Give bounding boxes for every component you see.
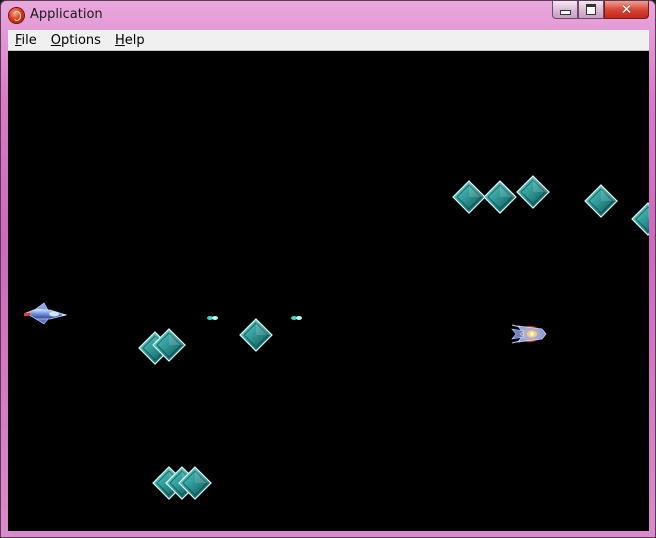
plasma-shot bbox=[207, 316, 218, 320]
diamond-gem bbox=[584, 184, 618, 218]
menu-file[interactable]: File bbox=[8, 33, 44, 48]
plasma-shot bbox=[291, 316, 302, 320]
menu-options[interactable]: Options bbox=[44, 33, 108, 48]
minimize-button[interactable] bbox=[552, 1, 578, 19]
game-canvas[interactable] bbox=[8, 51, 649, 531]
enemy-ship bbox=[511, 324, 547, 344]
diamond-gem bbox=[631, 202, 649, 236]
close-icon: ✕ bbox=[620, 1, 633, 18]
app-icon[interactable] bbox=[9, 8, 24, 23]
diamond-gem bbox=[239, 318, 273, 352]
maximize-icon bbox=[586, 4, 596, 15]
menu-help[interactable]: Help bbox=[108, 33, 152, 48]
window-controls: ✕ bbox=[552, 1, 649, 21]
close-button[interactable]: ✕ bbox=[604, 1, 649, 19]
minimize-icon bbox=[559, 10, 571, 15]
diamond-gem bbox=[516, 175, 550, 209]
title-bar[interactable]: Application ✕ bbox=[1, 1, 655, 31]
diamond-gem bbox=[483, 180, 517, 214]
application-window: Application ✕ File Options Help bbox=[0, 0, 656, 538]
diamond-gem bbox=[452, 180, 486, 214]
player-ship bbox=[24, 302, 68, 325]
window-title: Application bbox=[30, 7, 103, 22]
game-scene bbox=[24, 175, 649, 500]
menu-bar: File Options Help bbox=[8, 30, 649, 51]
maximize-button[interactable] bbox=[578, 1, 604, 19]
